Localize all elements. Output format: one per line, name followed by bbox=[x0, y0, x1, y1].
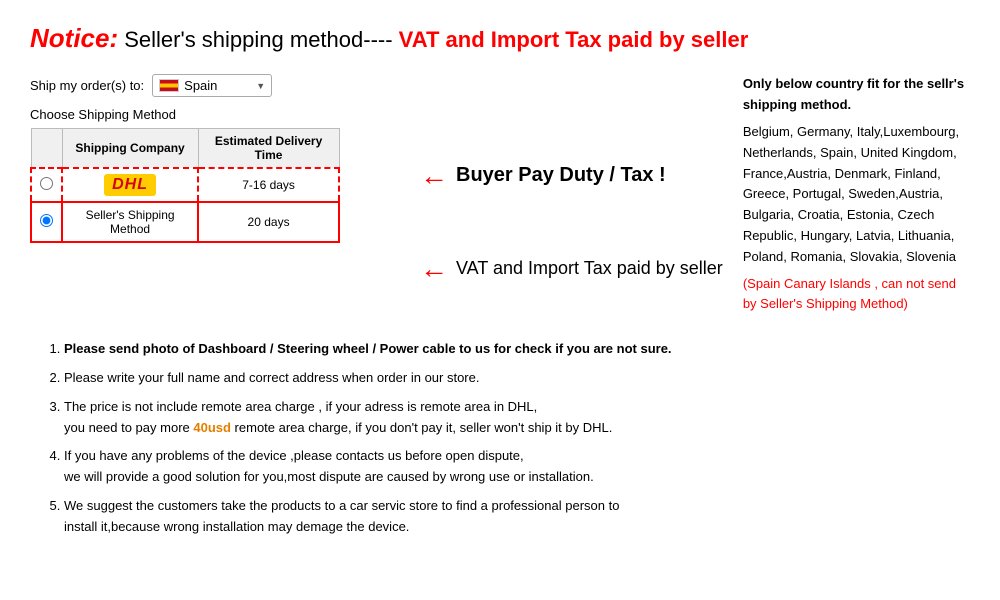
right-panel: Only below country fit for the sellr's s… bbox=[743, 74, 970, 315]
instructions-section: Please send photo of Dashboard / Steerin… bbox=[30, 339, 970, 537]
shipping-table: Shipping Company Estimated Delivery Time… bbox=[30, 128, 340, 243]
list-item-2: Please write your full name and correct … bbox=[64, 368, 970, 389]
list-item-3-text: The price is not include remote area cha… bbox=[64, 399, 612, 435]
radio-input-seller[interactable] bbox=[40, 214, 53, 227]
seller-company-name: Seller's Shipping Method bbox=[62, 202, 198, 242]
instructions-list: Please send photo of Dashboard / Steerin… bbox=[40, 339, 970, 537]
dhl-delivery-time: 7-16 days bbox=[198, 168, 339, 202]
main-content: Ship my order(s) to: Spain ▼ Choose Ship… bbox=[30, 74, 970, 315]
list-item-3: The price is not include remote area cha… bbox=[64, 397, 970, 439]
list-item-1-bold: Please send photo of Dashboard / Steerin… bbox=[64, 341, 672, 356]
ship-label: Ship my order(s) to: bbox=[30, 78, 144, 93]
annotation-vat: ← VAT and Import Tax paid by seller bbox=[420, 246, 723, 291]
ship-row: Ship my order(s) to: Spain ▼ bbox=[30, 74, 400, 97]
notice-middle: Seller's shipping method---- bbox=[124, 27, 398, 52]
dhl-logo-cell: DHL bbox=[62, 168, 198, 202]
choose-method-label: Choose Shipping Method bbox=[30, 107, 400, 122]
table-row-dhl: DHL 7-16 days bbox=[31, 168, 339, 202]
notice-header: Notice: Seller's shipping method---- VAT… bbox=[30, 20, 970, 56]
list-item-1: Please send photo of Dashboard / Steerin… bbox=[64, 339, 970, 360]
left-panel: Ship my order(s) to: Spain ▼ Choose Ship… bbox=[30, 74, 400, 315]
notice-vat-text: VAT and Import Tax paid by seller bbox=[399, 27, 749, 52]
country-select[interactable]: Spain ▼ bbox=[152, 74, 272, 97]
list-item-4-text: If you have any problems of the device ,… bbox=[64, 448, 594, 484]
countries-list: Belgium, Germany, Italy,Luxembourg, Neth… bbox=[743, 122, 970, 268]
list-item-5-text: We suggest the customers take the produc… bbox=[64, 498, 619, 534]
annotations-panel: ← Buyer Pay Duty / Tax ! ← VAT and Impor… bbox=[420, 74, 723, 315]
vat-annotation-text: VAT and Import Tax paid by seller bbox=[456, 258, 723, 279]
col-delivery-header: Estimated Delivery Time bbox=[198, 129, 339, 169]
selected-country: Spain bbox=[184, 78, 217, 93]
table-row-seller: Seller's Shipping Method 20 days bbox=[31, 202, 339, 242]
col-company-header: Shipping Company bbox=[62, 129, 198, 169]
arrow-left-icon-vat: ← bbox=[420, 255, 448, 283]
spain-flag-icon bbox=[159, 79, 179, 92]
col-radio-header bbox=[31, 129, 62, 169]
dhl-logo: DHL bbox=[104, 174, 156, 196]
radio-input-dhl[interactable] bbox=[40, 177, 53, 190]
list-item-4: If you have any problems of the device ,… bbox=[64, 446, 970, 488]
list-item-5: We suggest the customers take the produc… bbox=[64, 496, 970, 538]
price-highlight: 40usd bbox=[193, 420, 231, 435]
seller-delivery-time: 20 days bbox=[198, 202, 339, 242]
arrow-left-icon-buyer: ← bbox=[420, 162, 448, 190]
annotation-buyer: ← Buyer Pay Duty / Tax ! bbox=[420, 153, 723, 198]
buyer-duty-text: Buyer Pay Duty / Tax ! bbox=[456, 164, 666, 187]
notice-label: Notice: bbox=[30, 23, 118, 53]
radio-seller[interactable] bbox=[31, 202, 62, 242]
radio-dhl[interactable] bbox=[31, 168, 62, 202]
fit-title: Only below country fit for the sellr's s… bbox=[743, 74, 970, 116]
dropdown-arrow-icon: ▼ bbox=[256, 81, 265, 91]
canary-note: (Spain Canary Islands , can not send by … bbox=[743, 274, 970, 316]
list-item-2-text: Please write your full name and correct … bbox=[64, 370, 479, 385]
